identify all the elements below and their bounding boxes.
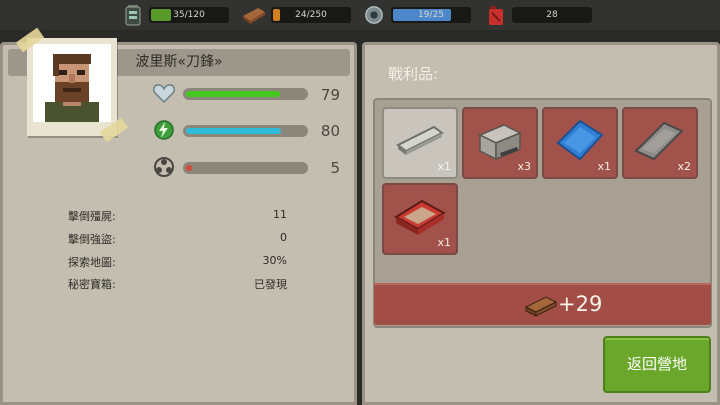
gear-icon bbox=[365, 6, 383, 24]
character-portrait bbox=[15, 27, 129, 143]
detail-label-map: 探索地圖: bbox=[68, 256, 116, 269]
survivor-portrait-icon bbox=[33, 44, 111, 122]
infection-value: 5 bbox=[330, 159, 340, 177]
health-fill bbox=[186, 91, 280, 97]
energy-value: 80 bbox=[320, 122, 340, 140]
loot-count-blue-cloth: x1 bbox=[597, 160, 611, 173]
reward-value: +29 bbox=[558, 292, 603, 316]
resource-bar: 35/120 24/250 19/25 28 bbox=[0, 0, 720, 30]
loot-title: 戰利品: bbox=[388, 65, 439, 83]
resource-battery: 35/120 bbox=[123, 5, 233, 26]
health-value: 79 bbox=[320, 86, 340, 104]
wood-meter: 24/250 bbox=[271, 7, 351, 23]
loot-count-grey-cloth: x2 bbox=[677, 160, 691, 173]
fuel-meter: 28 bbox=[512, 7, 592, 23]
reward-bar: +29 bbox=[374, 283, 711, 325]
battery-meter: 35/120 bbox=[149, 7, 229, 23]
energy-icon bbox=[154, 120, 174, 140]
detail-label-chest: 秘密寶箱: bbox=[68, 278, 116, 291]
portrait-image bbox=[33, 44, 111, 122]
loot-count-pipe: x1 bbox=[437, 160, 451, 173]
parts-meter: 19/25 bbox=[391, 7, 471, 23]
infection-fill bbox=[186, 165, 192, 171]
heart-icon bbox=[153, 84, 175, 104]
wood-plank-icon bbox=[243, 8, 265, 24]
loot-slot-pipe[interactable]: x1 bbox=[382, 107, 458, 179]
detail-value-chest: 已發現 bbox=[254, 278, 287, 291]
fuel-can-icon bbox=[489, 6, 503, 25]
resource-wood: 24/250 bbox=[241, 5, 351, 25]
loot-count-toolbox: x3 bbox=[517, 160, 531, 173]
energy-bar bbox=[183, 125, 308, 137]
loot-slot-blue-cloth[interactable]: x1 bbox=[542, 107, 618, 179]
loot-slot-red-case[interactable]: x1 bbox=[382, 183, 458, 255]
health-bar bbox=[183, 88, 308, 100]
resource-fuel: 28 bbox=[486, 5, 596, 25]
loot-slot-toolbox[interactable]: x3 bbox=[462, 107, 538, 179]
resource-parts: 19/25 bbox=[364, 5, 474, 25]
detail-label-bandits: 擊倒強盜: bbox=[68, 233, 116, 246]
biohazard-icon bbox=[154, 157, 174, 177]
wood-value: 24/250 bbox=[295, 10, 327, 20]
loot-count-red-case: x1 bbox=[437, 236, 451, 249]
return-to-camp-button[interactable]: 返回營地 bbox=[603, 336, 711, 393]
loot-slot-grey-cloth[interactable]: x2 bbox=[622, 107, 698, 179]
battery-icon bbox=[125, 5, 141, 26]
energy-fill bbox=[186, 128, 281, 134]
parts-value: 19/25 bbox=[418, 10, 444, 20]
fuel-value: 28 bbox=[546, 10, 558, 20]
battery-value: 35/120 bbox=[173, 10, 205, 20]
detail-value-map: 30% bbox=[262, 254, 287, 267]
metal-pipe-icon bbox=[396, 125, 444, 155]
infection-bar bbox=[183, 162, 308, 174]
detail-value-zombies: 11 bbox=[273, 208, 287, 221]
detail-value-bandits: 0 bbox=[280, 231, 287, 244]
detail-label-zombies: 擊倒殭屍: bbox=[68, 210, 116, 223]
wood-plank-icon bbox=[524, 296, 558, 317]
